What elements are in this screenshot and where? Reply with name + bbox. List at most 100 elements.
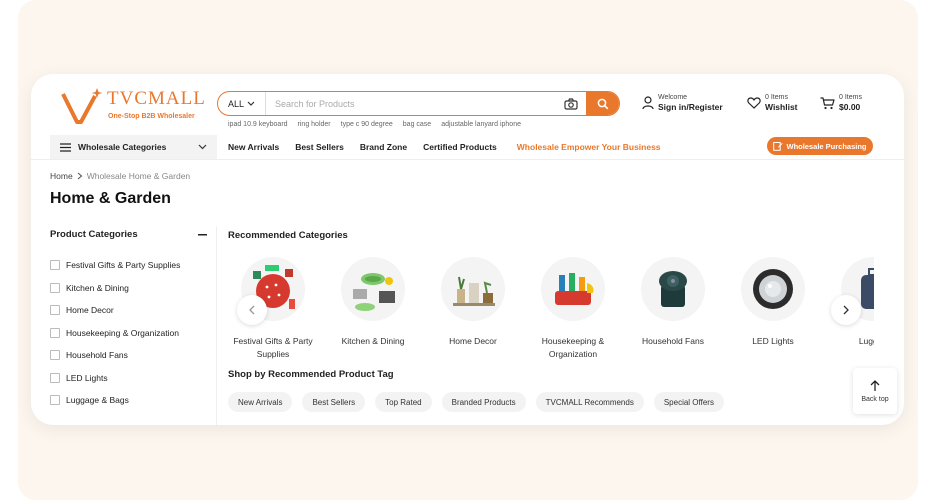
wishlist-link[interactable]: 0 Items Wishlist (747, 94, 798, 112)
wholesale-categories-dropdown[interactable]: Wholesale Categories (50, 135, 217, 159)
back-top-label: Back top (861, 395, 889, 403)
carousel-prev-button[interactable] (237, 295, 267, 325)
category-card-led-lights[interactable]: LED Lights (728, 257, 818, 348)
checkbox[interactable] (50, 395, 60, 406)
cart-total: $0.00 (839, 102, 861, 112)
sidebar-item-housekeeping[interactable]: Housekeeping & Organization (50, 322, 220, 345)
checkbox[interactable] (50, 327, 60, 338)
sidebar-item-kitchen-dining[interactable]: Kitchen & Dining (50, 277, 220, 300)
checkbox[interactable] (50, 372, 60, 383)
hot-search-link[interactable]: bag case (403, 121, 431, 128)
sidebar-item-led-lights[interactable]: LED Lights (50, 367, 220, 390)
user-icon (642, 96, 654, 110)
product-tags-title: Shop by Recommended Product Tag (228, 369, 394, 380)
category-image (541, 257, 605, 321)
welcome-text: Welcome (658, 94, 688, 101)
category-name: Luggag (858, 336, 874, 346)
logo-mark-icon (61, 88, 103, 124)
page-title: Home & Garden (50, 190, 171, 207)
breadcrumb: Home Wholesale Home & Garden (50, 171, 190, 181)
hot-search-link[interactable]: ipad 10.9 keyboard (228, 121, 288, 128)
sidebar-item-label: Household Fans (66, 350, 128, 361)
divider (216, 227, 217, 425)
tag-special-offers[interactable]: Special Offers (653, 392, 724, 412)
categories-label: Wholesale Categories (78, 142, 167, 152)
nav-link-new-arrivals[interactable]: New Arrivals (228, 142, 279, 152)
search-icon (597, 98, 608, 109)
logo-tagline: One-Stop B2B Wholesaler (108, 113, 195, 120)
sidebar-item-label: LED Lights (66, 372, 108, 383)
nav-link-wholesale-empower[interactable]: Wholesale Empower Your Business (517, 142, 661, 152)
search-category-select[interactable]: ALL (218, 92, 266, 115)
category-card-housekeeping[interactable]: Housekeeping & Organization (528, 257, 618, 361)
category-card-household-fans[interactable]: Household Fans (628, 257, 718, 348)
logo[interactable]: TVCMALL One-Stop B2B Wholesaler (61, 86, 205, 126)
category-carousel: Festival Gifts & Party Supplies Kitchen … (228, 257, 874, 367)
checkbox[interactable] (50, 260, 60, 271)
collapse-icon[interactable] (198, 233, 207, 236)
cart-count: 0 Items (839, 94, 862, 101)
category-image (441, 257, 505, 321)
tag-branded-products[interactable]: Branded Products (441, 392, 526, 412)
sidebar-item-label: Housekeeping & Organization (66, 327, 179, 338)
camera-icon[interactable] (556, 92, 586, 115)
sidebar-item-home-decor[interactable]: Home Decor (50, 299, 220, 322)
search-button[interactable] (586, 92, 619, 115)
category-name: Home Decor (449, 336, 497, 346)
sidebar-item-label: Luggage & Bags (66, 395, 129, 406)
category-name: Kitchen & Dining (341, 336, 405, 346)
search-category-label: ALL (227, 98, 244, 109)
sidebar-item-label: Kitchen & Dining (66, 282, 129, 293)
sidebar-item-label: Festival Gifts & Party Supplies (66, 260, 181, 271)
chevron-left-icon (249, 305, 255, 315)
sidebar-item-label: Home Decor (66, 305, 114, 316)
search-input[interactable] (266, 98, 556, 109)
sidebar-header[interactable]: Product Categories (50, 229, 207, 240)
product-tag-list: New Arrivals Best Sellers Top Rated Bran… (228, 392, 724, 412)
menu-icon (60, 142, 71, 152)
tag-tvcmall-recommends[interactable]: TVCMALL Recommends (535, 392, 644, 412)
category-name: Housekeeping & Organization (541, 336, 605, 359)
nav-link-best-sellers[interactable]: Best Sellers (295, 142, 344, 152)
chevron-right-icon (843, 305, 849, 315)
wholesale-purchasing-label: Wholesale Purchasing (786, 141, 867, 151)
hot-search-link[interactable]: adjustable lanyard iphone (441, 121, 521, 128)
checkbox[interactable] (50, 305, 60, 316)
category-name: LED Lights (752, 336, 794, 346)
category-card-kitchen-dining[interactable]: Kitchen & Dining (328, 257, 418, 348)
heart-icon (747, 97, 761, 109)
tag-best-sellers[interactable]: Best Sellers (302, 392, 366, 412)
sidebar-item-household-fans[interactable]: Household Fans (50, 344, 220, 367)
wishlist-label: Wishlist (765, 102, 798, 112)
wishlist-count: 0 Items (765, 94, 788, 101)
chevron-down-icon (198, 144, 207, 150)
hot-search-link[interactable]: type c 90 degree (341, 121, 393, 128)
hot-search-link[interactable]: ring holder (298, 121, 331, 128)
account-link[interactable]: Welcome Sign in/Register (642, 94, 723, 112)
cart-icon (820, 96, 835, 109)
sidebar-item-festival-gifts[interactable]: Festival Gifts & Party Supplies (50, 254, 220, 277)
chevron-down-icon (247, 101, 255, 106)
edit-icon (773, 142, 784, 151)
sidebar-category-list: Festival Gifts & Party Supplies Kitchen … (50, 254, 220, 412)
tag-top-rated[interactable]: Top Rated (375, 392, 432, 412)
category-name: Household Fans (642, 336, 704, 346)
main-nav: Wholesale Categories New Arrivals Best S… (31, 133, 904, 160)
checkbox[interactable] (50, 350, 60, 361)
browser-card: TVCMALL One-Stop B2B Wholesaler ALL ipad… (31, 74, 904, 425)
carousel-next-button[interactable] (831, 295, 861, 325)
breadcrumb-current: Wholesale Home & Garden (86, 171, 191, 181)
category-image (641, 257, 705, 321)
back-to-top-button[interactable]: Back top (853, 368, 897, 414)
sidebar-item-luggage-bags[interactable]: Luggage & Bags (50, 389, 220, 412)
chevron-right-icon (77, 172, 83, 180)
category-card-home-decor[interactable]: Home Decor (428, 257, 518, 348)
tag-new-arrivals[interactable]: New Arrivals (228, 392, 293, 412)
logo-wordmark: TVCMALL (107, 88, 206, 109)
wholesale-purchasing-button[interactable]: Wholesale Purchasing (767, 137, 873, 155)
nav-link-certified-products[interactable]: Certified Products (423, 142, 497, 152)
breadcrumb-home[interactable]: Home (50, 171, 73, 181)
cart-link[interactable]: 0 Items $0.00 (820, 94, 862, 112)
checkbox[interactable] (50, 282, 60, 293)
nav-link-brand-zone[interactable]: Brand Zone (360, 142, 407, 152)
